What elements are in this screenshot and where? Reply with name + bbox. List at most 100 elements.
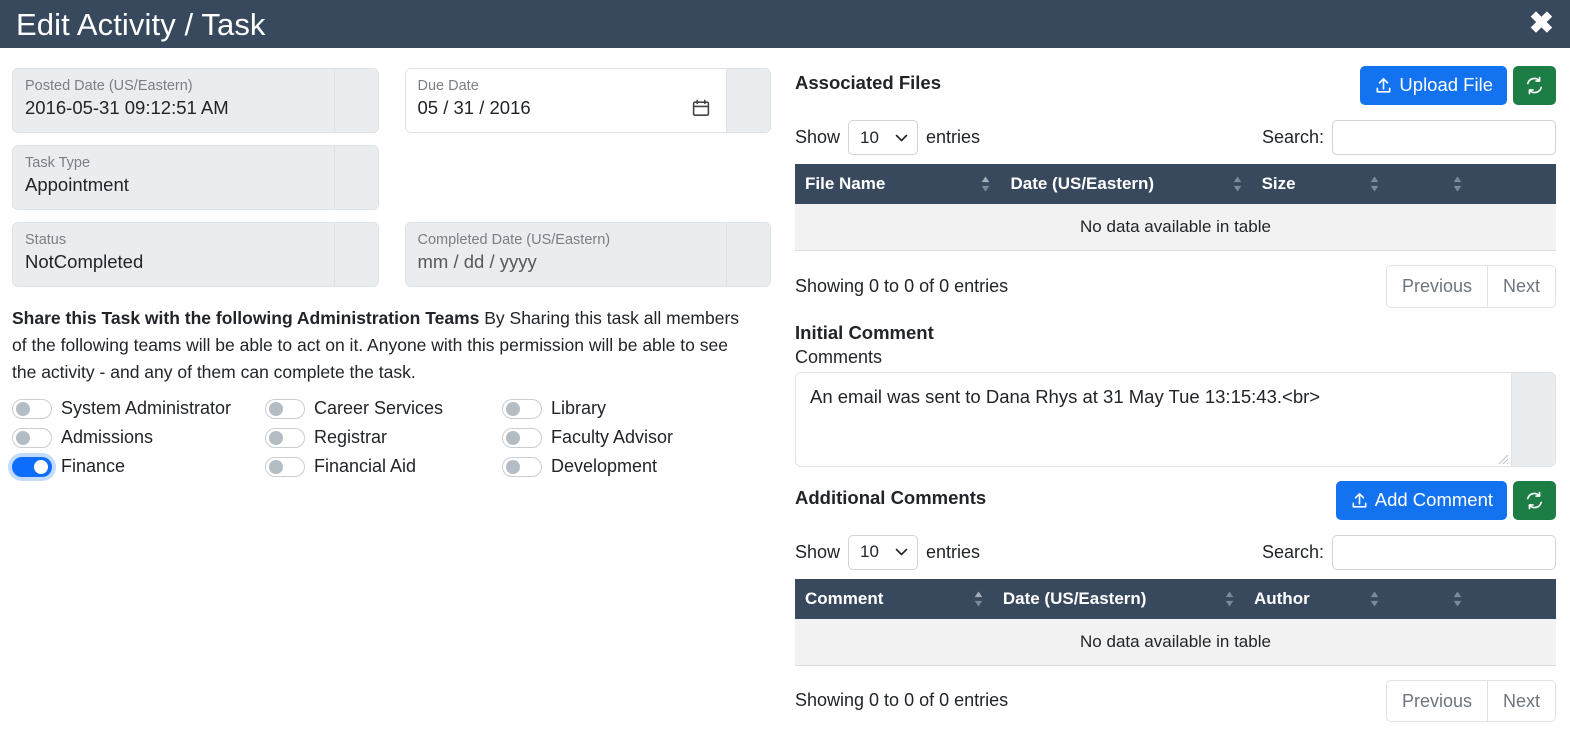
comments-col-date[interactable]: Date (US/Eastern)	[992, 578, 1244, 619]
toggle-switch[interactable]	[12, 427, 52, 448]
status-value: NotCompleted	[25, 251, 144, 273]
team-toggle-admissions[interactable]: Admissions	[12, 427, 265, 448]
team-toggle-system-administrator[interactable]: System Administrator	[12, 398, 265, 419]
status-addon	[333, 223, 378, 286]
team-toggle-finance[interactable]: Finance	[12, 456, 265, 477]
toggle-switch[interactable]	[265, 427, 305, 448]
chevron-down-icon	[895, 548, 908, 556]
team-label: Faculty Advisor	[551, 427, 674, 448]
entries-label: entries	[926, 541, 981, 562]
sort-icon	[974, 591, 983, 606]
resize-handle-icon[interactable]	[1495, 451, 1509, 465]
comments-col-extra-2[interactable]	[1472, 578, 1556, 619]
team-toggle-development[interactable]: Development	[502, 456, 771, 477]
files-previous-button[interactable]: Previous	[1385, 265, 1487, 308]
files-col-date[interactable]: Date (US/Eastern)	[1000, 164, 1252, 204]
share-description: Share this Task with the following Admin…	[12, 305, 757, 386]
comments-action-buttons: Add Comment	[1335, 480, 1556, 520]
files-col-extra-2[interactable]	[1472, 164, 1556, 204]
associated-files-header: Associated Files Upload File	[795, 66, 1556, 105]
files-search-input[interactable]	[1332, 120, 1556, 155]
toggle-switch[interactable]	[502, 398, 542, 419]
status-field: Status NotCompleted	[12, 222, 379, 287]
comments-table-header-row: Comment Date (US/Eastern) Author	[795, 578, 1556, 619]
due-date-addon	[726, 69, 770, 132]
additional-comments-title: Additional Comments	[795, 486, 987, 508]
initial-comment-textarea[interactable]: An email was sent to Dana Rhys at 31 May…	[796, 372, 1511, 466]
posted-date-addon	[333, 69, 378, 132]
initial-comment-addon	[1511, 372, 1555, 466]
modal-header: Edit Activity / Task ✖	[0, 0, 1570, 48]
column-label: File Name	[805, 174, 886, 193]
team-toggle-registrar[interactable]: Registrar	[265, 427, 502, 448]
files-col-size[interactable]: Size	[1251, 164, 1389, 204]
associated-files-title: Associated Files	[795, 72, 942, 93]
refresh-icon	[1527, 491, 1542, 509]
column-label: Author	[1253, 588, 1310, 608]
comments-page-length-select[interactable]: 10	[848, 534, 919, 570]
toggle-switch[interactable]	[265, 456, 305, 477]
share-heading: Share this Task with the following Admin…	[12, 308, 480, 328]
toggle-switch[interactable]	[502, 427, 542, 448]
posted-date-label: Posted Date (US/Eastern)	[25, 78, 193, 94]
team-label: Career Services	[314, 398, 444, 419]
files-next-button[interactable]: Next	[1486, 265, 1556, 308]
team-toggle-career-services[interactable]: Career Services	[265, 398, 502, 419]
additional-comments-header: Additional Comments Add Comment	[795, 480, 1556, 520]
calendar-icon[interactable]	[692, 99, 710, 117]
team-toggle-grid: System Administrator Career Services Lib…	[12, 398, 771, 477]
files-table-info: Showing 0 to 0 of 0 entries	[795, 275, 1009, 296]
team-toggle-library[interactable]: Library	[502, 398, 771, 419]
toggle-switch[interactable]	[265, 398, 305, 419]
upload-icon	[1376, 78, 1391, 93]
files-page-length-select[interactable]: 10	[848, 120, 919, 155]
sort-icon	[1453, 176, 1462, 192]
posted-date-field: Posted Date (US/Eastern) 2016-05-31 09:1…	[12, 68, 379, 133]
team-label: System Administrator	[61, 398, 232, 419]
comments-col-extra-1[interactable]	[1388, 578, 1473, 619]
comments-next-button[interactable]: Next	[1486, 679, 1556, 722]
close-icon[interactable]: ✖	[1527, 9, 1556, 39]
comments-col-author[interactable]: Author	[1243, 578, 1389, 619]
files-pagination: Previous Next	[1385, 265, 1556, 308]
files-action-buttons: Upload File	[1360, 66, 1556, 105]
comments-field-label: Comments	[795, 346, 883, 367]
toggle-switch[interactable]	[502, 456, 542, 477]
comments-table-footer: Showing 0 to 0 of 0 entries Previous Nex…	[795, 679, 1556, 722]
comments-table-info: Showing 0 to 0 of 0 entries	[795, 690, 1009, 711]
due-date-value[interactable]: 05 / 31 / 2016	[418, 96, 531, 120]
refresh-icon	[1527, 76, 1542, 95]
files-col-extra-1[interactable]	[1388, 164, 1473, 204]
comments-search-input[interactable]	[1332, 534, 1556, 570]
right-column: Associated Files Upload File Show 10 ent…	[785, 48, 1570, 733]
upload-icon	[1352, 492, 1367, 508]
comments-pagination: Previous Next	[1385, 679, 1556, 722]
left-column: Posted Date (US/Eastern) 2016-05-31 09:1…	[0, 48, 785, 733]
due-date-field[interactable]: Due Date 05 / 31 / 2016	[404, 68, 771, 133]
team-toggle-faculty-advisor[interactable]: Faculty Advisor	[502, 427, 771, 448]
refresh-comments-button[interactable]	[1513, 480, 1556, 520]
files-col-file-name[interactable]: File Name	[795, 164, 1001, 204]
task-type-label: Task Type	[25, 155, 91, 171]
column-label: Date (US/Eastern)	[1002, 588, 1147, 608]
toggle-switch[interactable]	[12, 398, 52, 419]
refresh-files-button[interactable]	[1513, 66, 1556, 105]
team-label: Financial Aid	[314, 456, 417, 477]
comments-previous-button[interactable]: Previous	[1385, 679, 1487, 722]
upload-file-button[interactable]: Upload File	[1360, 66, 1507, 105]
status-label: Status	[25, 232, 67, 248]
team-toggle-financial-aid[interactable]: Financial Aid	[265, 456, 502, 477]
comments-empty-message: No data available in table	[795, 618, 1556, 666]
page-title: Edit Activity / Task	[16, 6, 266, 42]
column-label: Comment	[805, 588, 884, 608]
comments-col-comment[interactable]: Comment	[795, 578, 993, 619]
add-comment-button[interactable]: Add Comment	[1335, 480, 1507, 520]
show-label: Show	[795, 127, 841, 147]
initial-comment-title: Initial Comment	[795, 321, 934, 343]
sort-icon	[1370, 591, 1378, 606]
field-row-3: Status NotCompleted Completed Date (US/E…	[12, 222, 771, 299]
files-table-footer: Showing 0 to 0 of 0 entries Previous Nex…	[795, 265, 1556, 308]
toggle-switch[interactable]	[12, 456, 52, 477]
field-spacer	[405, 145, 772, 210]
files-empty-row: No data available in table	[795, 204, 1556, 251]
